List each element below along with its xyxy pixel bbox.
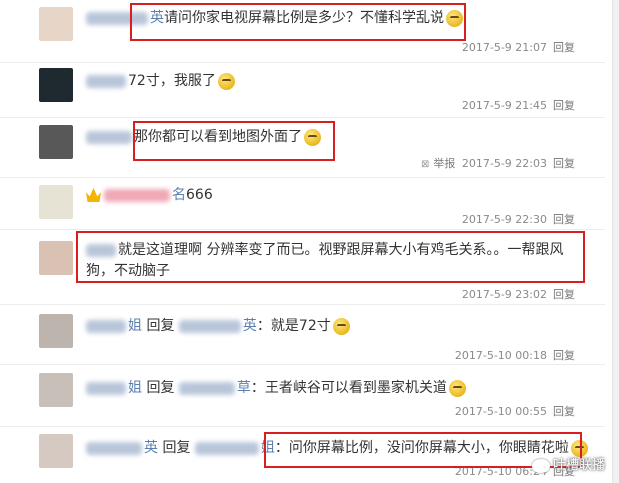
reply-to-username[interactable] [178, 319, 241, 333]
avatar[interactable] [39, 434, 73, 468]
username-tail[interactable]: 英 [144, 440, 158, 456]
reply-prefix: 回复 [146, 380, 175, 396]
avatar[interactable] [39, 185, 73, 219]
comment-line: 72寸，我服了 [86, 72, 235, 90]
avatar[interactable] [39, 314, 73, 348]
reply-button[interactable]: 回复 [553, 157, 575, 170]
highlight-box [133, 121, 335, 161]
highlight-box [130, 3, 466, 41]
reply-to-username[interactable] [194, 441, 259, 455]
username-tail[interactable]: 名 [172, 187, 186, 203]
report-flag-icon[interactable]: ⊠ [421, 159, 429, 170]
timestamp: 2017-5-9 22:03 [461, 157, 547, 170]
comment-line: 姐 回复 草：王者峡谷可以看到墨家机关道 [86, 379, 466, 397]
comment-meta: 2017-5-10 00:55 回复 [455, 403, 575, 419]
reply-button[interactable]: 回复 [553, 41, 575, 54]
smiley-icon [332, 317, 350, 335]
reply-button[interactable]: 回复 [553, 405, 575, 418]
username[interactable] [86, 130, 132, 144]
username[interactable] [86, 381, 126, 395]
comment-item: 姐 回复 英：就是72寸 2017-5-10 00:18 回复 [0, 304, 605, 365]
comment-meta: ⊠ 举报 2017-5-9 22:03 回复 [421, 155, 575, 171]
comment-meta: 2017-5-9 23:02 回复 [462, 286, 575, 302]
smiley-icon [448, 379, 466, 397]
avatar[interactable] [39, 373, 73, 407]
comment-meta: 2017-5-9 21:07 回复 [462, 39, 575, 55]
reply-prefix: 回复 [146, 318, 175, 334]
watermark: 吐槽联播 [531, 454, 605, 473]
username[interactable] [86, 441, 142, 455]
smiley-icon [217, 72, 235, 90]
reply-button[interactable]: 回复 [553, 288, 575, 301]
comment-text: ：就是72寸 [256, 318, 331, 334]
timestamp: 2017-5-10 00:55 [454, 405, 547, 418]
comment-item: 姐 回复 草：王者峡谷可以看到墨家机关道 2017-5-10 00:55 回复 [0, 364, 605, 427]
wechat-icon [531, 458, 550, 473]
username-tail[interactable]: 姐 [128, 318, 142, 334]
timestamp: 2017-5-10 00:18 [454, 349, 547, 362]
username-tail[interactable]: 姐 [128, 380, 142, 396]
avatar[interactable] [39, 125, 73, 159]
reply-button[interactable]: 回复 [553, 99, 575, 112]
reply-prefix: 回复 [162, 440, 191, 456]
comment-item: 72寸，我服了 2017-5-9 21:45 回复 [0, 62, 605, 118]
comment-text: 666 [186, 187, 213, 203]
reply-to-tail[interactable]: 草 [237, 380, 251, 396]
reply-to-username[interactable] [178, 381, 235, 395]
timestamp: 2017-5-9 22:30 [461, 213, 547, 226]
reply-to-tail[interactable]: 英 [243, 318, 257, 334]
scrollbar[interactable] [612, 0, 619, 483]
report-button[interactable]: 举报 [433, 157, 455, 170]
watermark-text: 吐槽联播 [552, 458, 605, 473]
reply-button[interactable]: 回复 [553, 213, 575, 226]
comment-meta: 2017-5-9 21:45 回复 [462, 97, 575, 113]
avatar[interactable] [39, 68, 73, 102]
timestamp: 2017-5-9 21:45 [461, 99, 547, 112]
username[interactable] [104, 188, 170, 202]
username[interactable] [86, 319, 126, 333]
comment-meta: 2017-5-9 22:30 回复 [462, 211, 575, 227]
timestamp: 2017-5-9 23:02 [461, 288, 547, 301]
comment-text: ：王者峡谷可以看到墨家机关道 [250, 380, 447, 396]
comment-text: 72寸，我服了 [128, 73, 216, 89]
comment-line: 姐 回复 英：就是72寸 [86, 317, 350, 335]
comment-line: 名666 [86, 186, 213, 204]
reply-button[interactable]: 回复 [553, 349, 575, 362]
highlight-box [76, 231, 585, 283]
comment-meta: 2017-5-10 00:18 回复 [455, 347, 575, 363]
timestamp: 2017-5-9 21:07 [461, 41, 547, 54]
username[interactable] [86, 74, 126, 88]
vip-crown-icon [86, 188, 101, 202]
comment-item: 名666 2017-5-9 22:30 回复 [0, 177, 605, 230]
avatar[interactable] [39, 7, 73, 41]
avatar[interactable] [39, 241, 73, 275]
